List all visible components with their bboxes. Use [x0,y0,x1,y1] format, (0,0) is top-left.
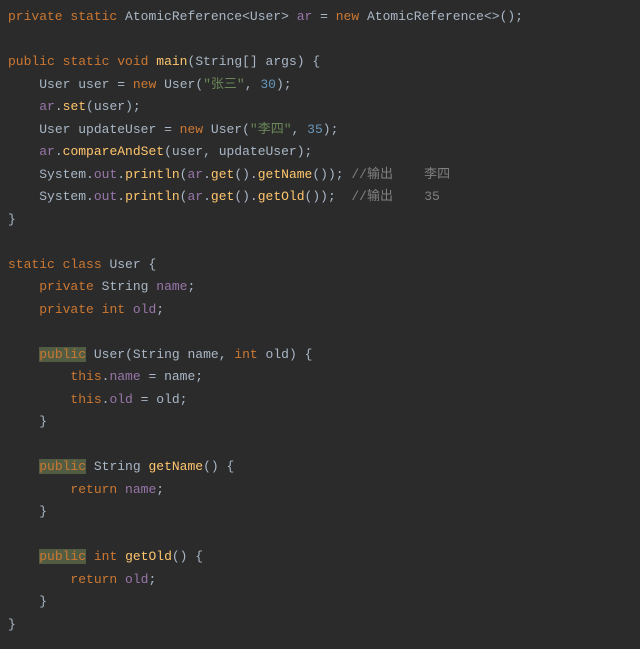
code-line: } [8,617,16,632]
code-line: System.out.println(ar.get().getName()); … [8,167,450,182]
code-line: System.out.println(ar.get().getOld()); /… [8,189,440,204]
code-line: ar.set(user); [8,99,141,114]
code-line: private static AtomicReference<User> ar … [8,9,523,24]
code-line: static class User { [8,257,156,272]
code-line: } [8,414,47,429]
code-line: private int old; [8,302,164,317]
code-line: } [8,594,47,609]
highlighted-keyword: public [39,549,86,564]
code-line: public static void main(String[] args) { [8,54,320,69]
code-line: ar.compareAndSet(user, updateUser); [8,144,312,159]
highlighted-keyword: public [39,459,86,474]
code-line: this.name = name; [8,369,203,384]
code-line: } [8,504,47,519]
code-line: public String getName() { [8,459,234,474]
code-line: public int getOld() { [8,549,203,564]
code-line: } [8,212,16,227]
code-line: private String name; [8,279,195,294]
code-line: public User(String name, int old) { [8,347,312,362]
code-line: this.old = old; [8,392,187,407]
highlighted-keyword: public [39,347,86,362]
code-editor[interactable]: private static AtomicReference<User> ar … [0,0,640,636]
code-line: return name; [8,482,164,497]
code-line: return old; [8,572,156,587]
code-line: User updateUser = new User("李四", 35); [8,122,338,137]
code-line: User user = new User("张三", 30); [8,77,292,92]
